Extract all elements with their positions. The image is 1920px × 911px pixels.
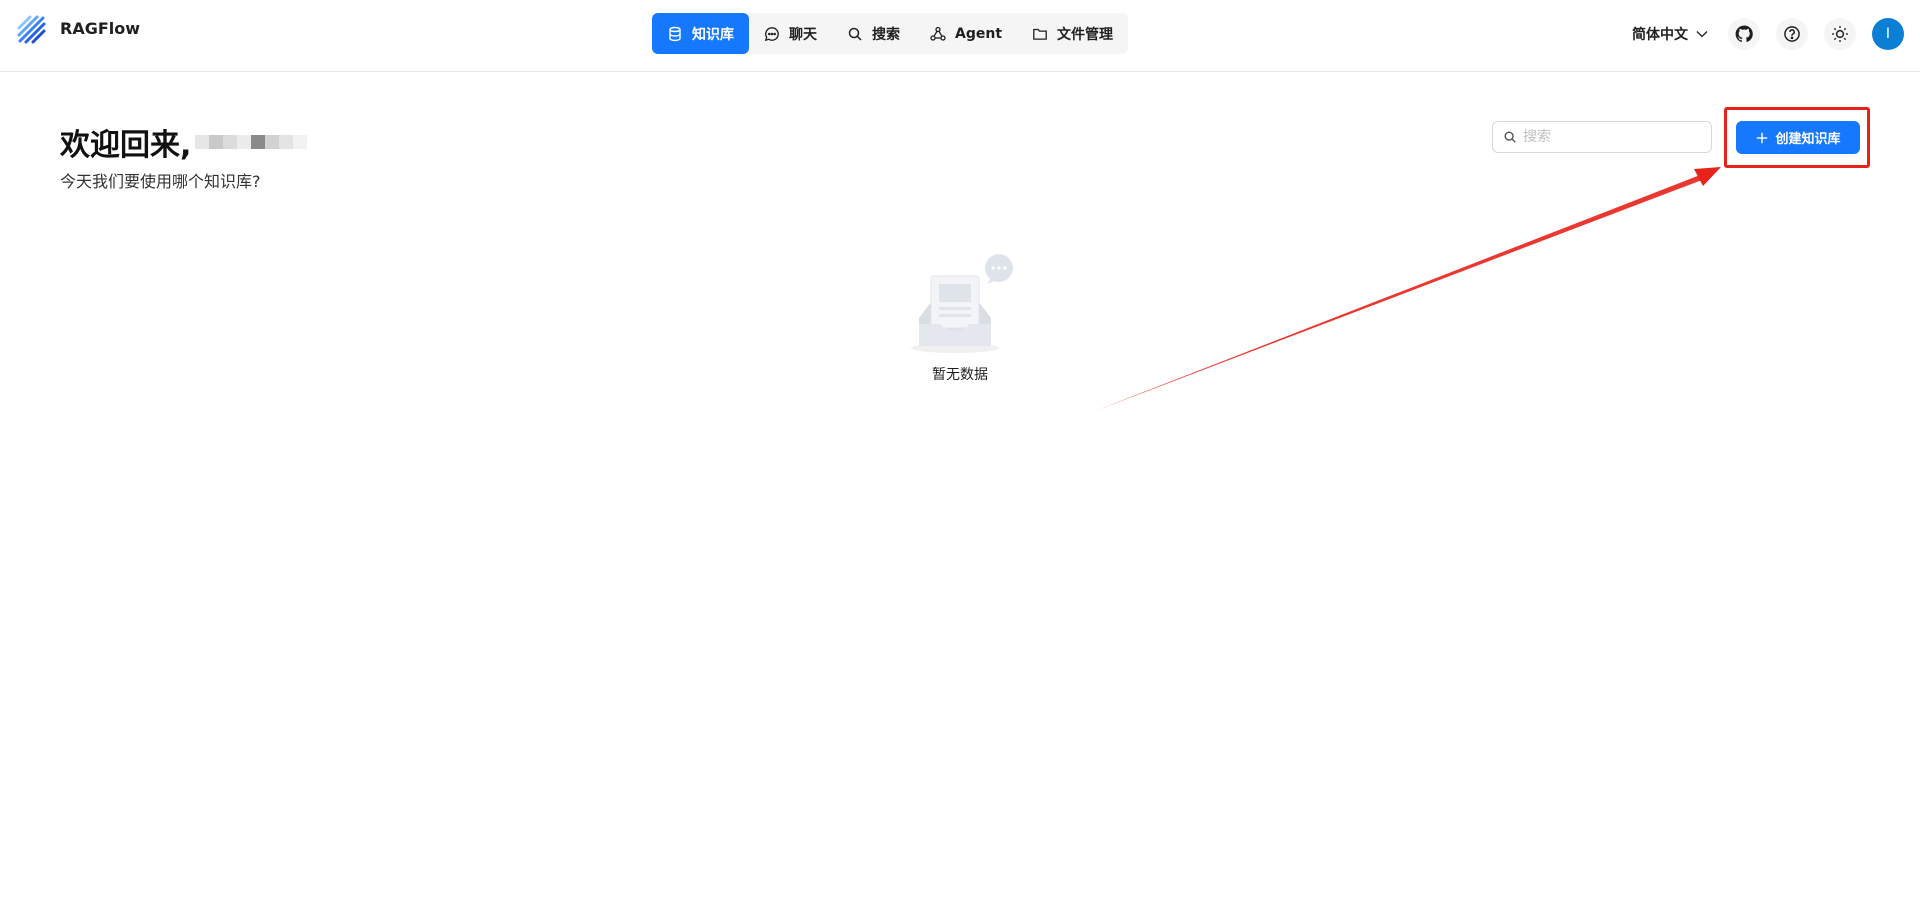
chevron-down-icon [1696, 31, 1708, 38]
github-button[interactable] [1728, 18, 1760, 50]
nav-item-file-management[interactable]: 文件管理 [1017, 13, 1128, 54]
welcome-section: 欢迎回来, 今天我们要使用哪个知识库? [60, 120, 308, 192]
search-icon [848, 27, 862, 41]
database-icon [669, 26, 681, 41]
nav-label: 搜索 [872, 26, 900, 43]
empty-inbox-icon [911, 254, 1013, 353]
help-button[interactable] [1776, 18, 1808, 50]
agent-graph-icon [930, 26, 946, 41]
nav-item-search[interactable]: 搜索 [832, 13, 915, 54]
empty-state-text: 暂无数据 [932, 367, 988, 383]
user-avatar[interactable]: I [1872, 18, 1904, 50]
brand-name: RAGFlow [60, 18, 141, 38]
blurred-username [195, 135, 308, 149]
theme-toggle-button[interactable] [1824, 18, 1856, 50]
empty-state: 暂无数据 [880, 250, 1040, 384]
welcome-title-text: 欢迎回来, [60, 128, 192, 163]
search-icon [1504, 131, 1516, 143]
chat-bubble-icon [764, 26, 779, 41]
nav-label: 聊天 [789, 26, 817, 43]
header-tools: 简体中文 I [1632, 18, 1904, 50]
nav-item-agent[interactable]: Agent [915, 13, 1017, 54]
create-knowledge-base-button[interactable]: 创建知识库 [1736, 121, 1860, 154]
nav-label: 文件管理 [1057, 26, 1114, 43]
welcome-title: 欢迎回来, [60, 120, 308, 164]
nav-item-chat[interactable]: 聊天 [749, 13, 832, 54]
welcome-subtitle: 今天我们要使用哪个知识库? [60, 172, 261, 191]
avatar-initial: I [1885, 26, 1891, 42]
sun-icon [1832, 26, 1848, 42]
top-header: RAGFlow 知识库 聊天 搜索 Agent 文件管理 简体中文 I [0, 0, 1920, 72]
create-button-label: 创建知识库 [1775, 132, 1841, 147]
search-input[interactable] [1523, 129, 1693, 145]
github-icon [1735, 25, 1753, 43]
language-label: 简体中文 [1632, 27, 1688, 43]
main-nav: 知识库 聊天 搜索 Agent 文件管理 [652, 13, 1129, 54]
nav-label: Agent [955, 25, 1003, 42]
language-selector[interactable]: 简体中文 [1632, 24, 1710, 44]
brand[interactable]: RAGFlow [16, 14, 140, 46]
help-circle-icon [1784, 26, 1800, 42]
plus-icon [1757, 132, 1768, 143]
folder-icon [1033, 28, 1047, 40]
search-box[interactable] [1492, 121, 1712, 153]
nav-label: 知识库 [692, 26, 734, 43]
nav-item-knowledge-base[interactable]: 知识库 [652, 13, 749, 54]
ragflow-logo-icon [17, 15, 46, 44]
